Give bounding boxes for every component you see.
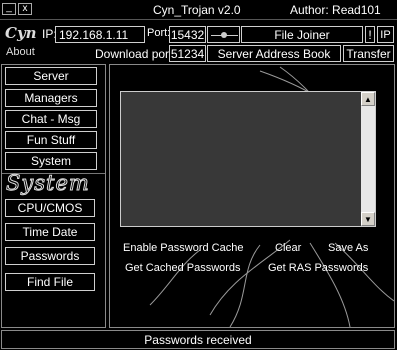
sidebar-item-fun-stuff[interactable]: Fun Stuff	[5, 131, 97, 149]
get-cached-passwords-button[interactable]: Get Cached Passwords	[125, 262, 241, 274]
clear-button[interactable]: Clear	[275, 242, 301, 254]
file-joiner-button[interactable]: File Joiner	[241, 26, 363, 43]
sidebar-item-managers[interactable]: Managers	[5, 89, 97, 107]
get-ras-passwords-button[interactable]: Get RAS Passwords	[268, 262, 368, 274]
port-field[interactable]: 15432	[169, 26, 206, 43]
save-as-button[interactable]: Save As	[328, 242, 368, 254]
download-port-field[interactable]: 51234	[169, 45, 206, 62]
sidebar-item-system[interactable]: System	[5, 152, 97, 170]
download-port-label: Download port:	[95, 47, 176, 61]
about-link[interactable]: About	[6, 46, 35, 58]
port-slider[interactable]	[207, 26, 240, 43]
status-text: Passwords received	[144, 332, 252, 347]
sub-item-cpu-cmos[interactable]: CPU/CMOS	[5, 199, 95, 217]
server-address-book-button[interactable]: Server Address Book	[207, 45, 341, 62]
logo[interactable]: Cyn About	[3, 22, 41, 60]
minimize-button[interactable]: _	[2, 3, 16, 15]
close-button[interactable]: x	[18, 3, 32, 15]
enable-password-cache-button[interactable]: Enable Password Cache	[123, 242, 243, 254]
sidebar-item-server[interactable]: Server	[5, 67, 97, 85]
port-label: Port:	[147, 27, 171, 39]
ip-field[interactable]: 192.168.1.11	[55, 26, 145, 43]
section-title: System	[6, 171, 90, 196]
sub-item-time-date[interactable]: Time Date	[5, 223, 95, 241]
title-bar: Cyn_Trojan v2.0 Author: Read101 _ x	[0, 0, 397, 20]
exclaim-button[interactable]: !	[365, 26, 375, 43]
window-title: Cyn_Trojan v2.0	[153, 3, 241, 17]
list-scrollbar[interactable]: ▲ ▼	[361, 92, 375, 226]
main-panel: ▲ ▼ Enable Password Cache Clear Save As …	[109, 64, 395, 328]
sub-item-find-file[interactable]: Find File	[5, 273, 95, 291]
author-label: Author: Read101	[290, 3, 381, 17]
transfer-button[interactable]: Transfer	[343, 45, 394, 62]
password-list[interactable]: ▲ ▼	[120, 91, 376, 227]
slider-thumb[interactable]	[221, 32, 227, 38]
sidebar-item-chat-msg[interactable]: Chat - Msg	[5, 110, 97, 128]
status-bar: Passwords received	[1, 330, 395, 349]
logo-brand: Cyn	[5, 24, 37, 42]
scroll-down-icon[interactable]: ▼	[361, 212, 375, 226]
scroll-up-icon[interactable]: ▲	[361, 92, 375, 106]
ip-button[interactable]: IP	[377, 26, 394, 43]
sub-item-passwords[interactable]: Passwords	[5, 247, 95, 265]
